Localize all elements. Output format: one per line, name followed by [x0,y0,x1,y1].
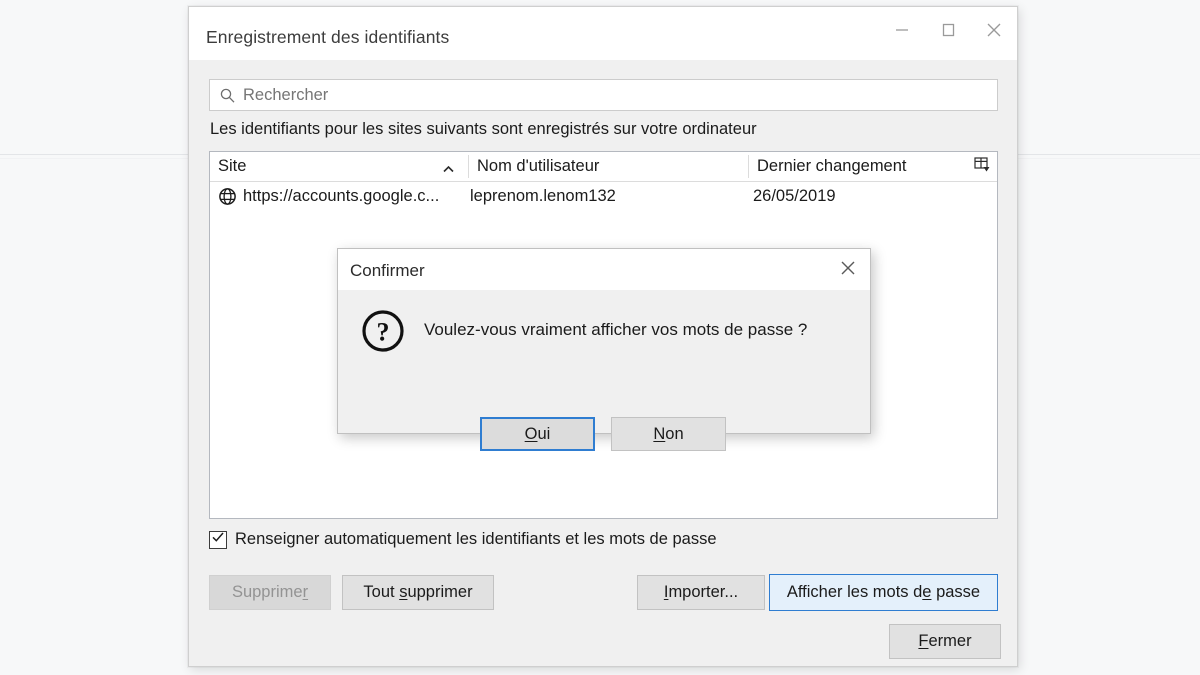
column-header-site[interactable]: Site [210,152,469,181]
maximize-button[interactable] [925,7,971,53]
window-titlebar: Enregistrement des identifiants [189,7,1017,60]
search-input[interactable] [243,80,997,110]
search-box[interactable] [209,79,998,111]
column-header-username-label: Nom d'utilisateur [477,157,600,175]
column-chooser-icon [973,156,991,178]
svg-text:?: ? [377,318,390,347]
confirm-dialog-message: Voulez-vous vraiment afficher vos mots d… [424,320,808,339]
table-row[interactable]: https://accounts.google.c... leprenom.le… [210,182,997,210]
column-chooser-button[interactable] [967,152,997,181]
minimize-icon [891,19,913,41]
cell-last-change: 26/05/2019 [753,186,836,205]
autofill-checkbox[interactable] [209,530,227,549]
chevron-up-icon [442,160,455,179]
cell-username: leprenom.lenom132 [470,186,616,205]
titlebar-button-group [879,7,1017,53]
confirm-dialog-titlebar: Confirmer [338,249,870,291]
cell-site: https://accounts.google.c... [210,187,469,206]
question-mark-icon: ? [361,309,405,358]
window-title: Enregistrement des identifiants [206,27,450,47]
import-button-label: Importer... [663,583,739,601]
column-header-site-label: Site [218,157,247,175]
confirm-dialog: Confirmer ? Voulez-vous vraiment affiche… [337,248,871,451]
delete-all-button-label: Tout supprimer [363,583,473,601]
search-icon [219,87,236,104]
delete-button-label: Supprimer [231,583,309,601]
globe-icon [218,187,237,206]
maximize-icon [937,19,959,41]
confirm-dialog-body: ? Voulez-vous vraiment afficher vos mots… [338,290,870,451]
delete-all-button[interactable]: Tout supprimer [342,575,494,610]
close-button[interactable] [971,7,1017,53]
column-header-last-change-label: Dernier changement [757,157,907,175]
autofill-checkbox-row[interactable]: Renseigner automatiquement les identifia… [209,530,717,549]
autofill-label: Renseigner automatiquement les identifia… [235,530,717,548]
cell-site-text: https://accounts.google.c... [243,186,440,205]
show-passwords-button[interactable]: Afficher les mots de passe [769,574,998,611]
minimize-button[interactable] [879,7,925,53]
list-column-headers: Site Nom d'utilisateur Dernier changemen… [210,152,997,182]
confirm-no-button[interactable]: Non [611,417,726,451]
confirm-dialog-close-button[interactable] [826,249,870,289]
confirm-no-label: Non [653,424,684,443]
confirm-yes-button[interactable]: Oui [480,417,595,451]
list-rows: https://accounts.google.c... leprenom.le… [210,182,997,210]
column-header-last-change[interactable]: Dernier changement [749,152,967,181]
confirm-dialog-title: Confirmer [350,261,425,280]
list-description: Les identifiants pour les sites suivants… [210,120,757,138]
import-button[interactable]: Importer... [637,575,765,610]
checkmark-icon [211,530,225,549]
delete-button[interactable]: Supprimer [209,575,331,610]
show-passwords-button-label: Afficher les mots de passe [786,583,981,601]
close-dialog-button[interactable]: Fermer [889,624,1001,659]
confirm-yes-label: Oui [524,424,551,443]
close-icon [983,19,1005,41]
close-dialog-button-label: Fermer [918,632,972,650]
close-icon [838,258,858,281]
column-header-username[interactable]: Nom d'utilisateur [469,152,749,181]
